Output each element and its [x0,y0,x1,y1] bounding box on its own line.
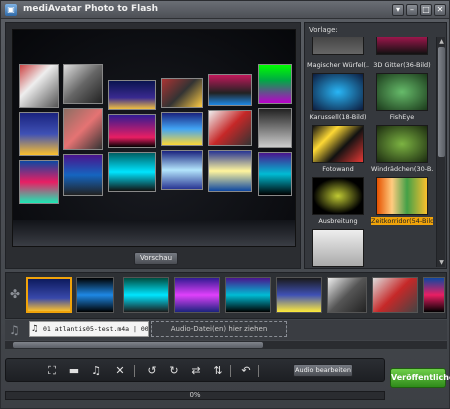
minimize-button[interactable]: – [406,4,418,16]
app-logo-icon: ▣ [5,4,17,16]
preview-photo [108,152,156,192]
audio-clip-text: 01 atlantis05-test.m4a | 00:00 [43,325,149,333]
carousel-thumb-icon [312,73,364,111]
filmstrip-frame[interactable] [327,277,367,313]
menu-dropdown-button[interactable]: ▾ [392,4,404,16]
preview-photo [63,154,103,196]
preview-photo [161,150,203,190]
filmstrip-frame[interactable] [276,277,322,313]
photo-track-icon: ✤ [10,287,21,301]
preview-photo [208,74,252,106]
template-label: Fotowand [322,165,354,173]
grid-thumb-icon [376,37,428,55]
corridor-thumb-icon [376,177,428,215]
template-item[interactable]: Zeitkorridor(54-Bild) [371,177,433,228]
template-item[interactable]: Fotowand [307,125,369,176]
fisheye-thumb-icon [376,73,428,111]
template-item[interactable] [307,229,369,267]
template-item[interactable]: Ausbreitung [307,177,369,228]
filmstrip-frame[interactable] [76,277,114,313]
filmstrip-frame[interactable] [225,277,271,313]
templates-label: Vorlage: [309,26,338,34]
stage-floor [13,220,295,246]
preview-photo [208,110,252,146]
spread-thumb-icon [312,177,364,215]
music-note-icon[interactable]: ♫ [89,364,103,378]
preview-photo [19,160,59,204]
delete-icon[interactable]: ✕ [113,364,127,378]
templates-grid: Magischer Würfel(... 3D Gitter(36-Bild) … [307,37,435,267]
filmstrip-frame[interactable] [174,277,220,313]
progress-text: 0% [189,391,201,399]
preview-photo [19,64,59,108]
flip-vertical-icon[interactable]: ⇅ [211,364,225,378]
scrollbar-thumb[interactable] [438,47,445,157]
flip-horizontal-icon[interactable]: ⇄ [189,364,203,378]
preview-photo [63,64,103,104]
window-title: mediAvatar Photo to Flash [23,4,159,14]
toolbar-separator [258,365,259,377]
template-item[interactable]: Karussell(18-Bild) [307,73,369,124]
toolbar-separator [134,365,135,377]
audio-drop-zone[interactable]: Audio-Datei(en) hier ziehen [151,321,287,337]
music-note-icon: ♫ [32,324,38,334]
preview-panel: Vorschau [5,22,301,269]
filmstrip-frame[interactable] [372,277,418,313]
preview-photo [258,152,292,196]
audio-track: ♫ ♫ 01 atlantis05-test.m4a | 00:00 Audio… [5,320,447,340]
filmstrip-frame[interactable] [423,277,445,313]
template-item[interactable]: FishEye [371,73,433,124]
template-label: Karussell(18-Bild) [309,113,367,121]
cube-thumb-icon [312,37,364,55]
crop-icon[interactable]: ⛶ [45,364,59,378]
timeline-scrollbar[interactable] [5,341,447,349]
toolbar-separator [230,365,231,377]
publish-button[interactable]: Veröffentlichen [390,368,450,388]
template-label: 3D Gitter(36-Bild) [373,61,431,69]
preview-photo [108,114,156,148]
progress-bar: 0% [5,391,385,400]
audio-edit-button[interactable]: Audio bearbeiten [293,364,353,377]
rotate-left-icon[interactable]: ↺ [145,364,159,378]
audio-clip[interactable]: ♫ 01 atlantis05-test.m4a | 00:00 [29,321,149,337]
preview-photo [63,108,103,150]
close-button[interactable]: ✕ [434,4,446,16]
edit-toolbar: ⛶ ▬ ♫ ✕ ↺ ↻ ⇄ ⇅ ↶ Audio bearbeiten [5,358,385,382]
photowall-thumb-icon [312,125,364,163]
scrollbar-thumb[interactable] [13,342,263,348]
preview-button[interactable]: Vorschau [134,252,178,265]
scroll-down-icon[interactable]: ▼ [437,258,446,267]
audio-track-icon: ♫ [9,323,20,337]
undo-icon[interactable]: ↶ [239,364,253,378]
rotate-right-icon[interactable]: ↻ [167,364,181,378]
preview-photo [108,80,156,110]
filmstrip-frame[interactable] [123,277,169,313]
photo-filmstrip: ✤ [5,272,447,319]
template-item[interactable]: Windrädchen(30-B... [371,125,433,176]
resize-icon[interactable]: ▬ [67,364,81,378]
template-label-selected: Zeitkorridor(54-Bild) [371,217,433,225]
preview-photo [161,78,203,108]
template-label: Magischer Würfel(... [307,61,369,69]
preview-photo [258,108,292,148]
pinwheel-thumb-icon [376,125,428,163]
template-label: FishEye [389,113,415,121]
preview-photo [19,112,59,156]
preview-photo [161,112,203,146]
preview-stage [12,29,296,247]
maximize-button[interactable]: □ [420,4,432,16]
title-bar: ▣ mediAvatar Photo to Flash ▾ – □ ✕ [1,1,449,19]
templates-scrollbar[interactable]: ▲ ▼ [436,37,445,267]
preview-photo [208,150,252,192]
preview-photo [258,64,292,104]
filmstrip-frame[interactable] [26,277,72,313]
template-label: Ausbreitung [318,217,358,225]
templates-panel: Vorlage: Magischer Würfel(... 3D Gitter(… [304,22,447,269]
scroll-up-icon[interactable]: ▲ [437,37,446,46]
template-label: Windrädchen(30-B... [371,165,433,173]
app-window: ▣ mediAvatar Photo to Flash ▾ – □ ✕ Vors… [0,0,450,409]
stack-thumb-icon [312,229,364,267]
